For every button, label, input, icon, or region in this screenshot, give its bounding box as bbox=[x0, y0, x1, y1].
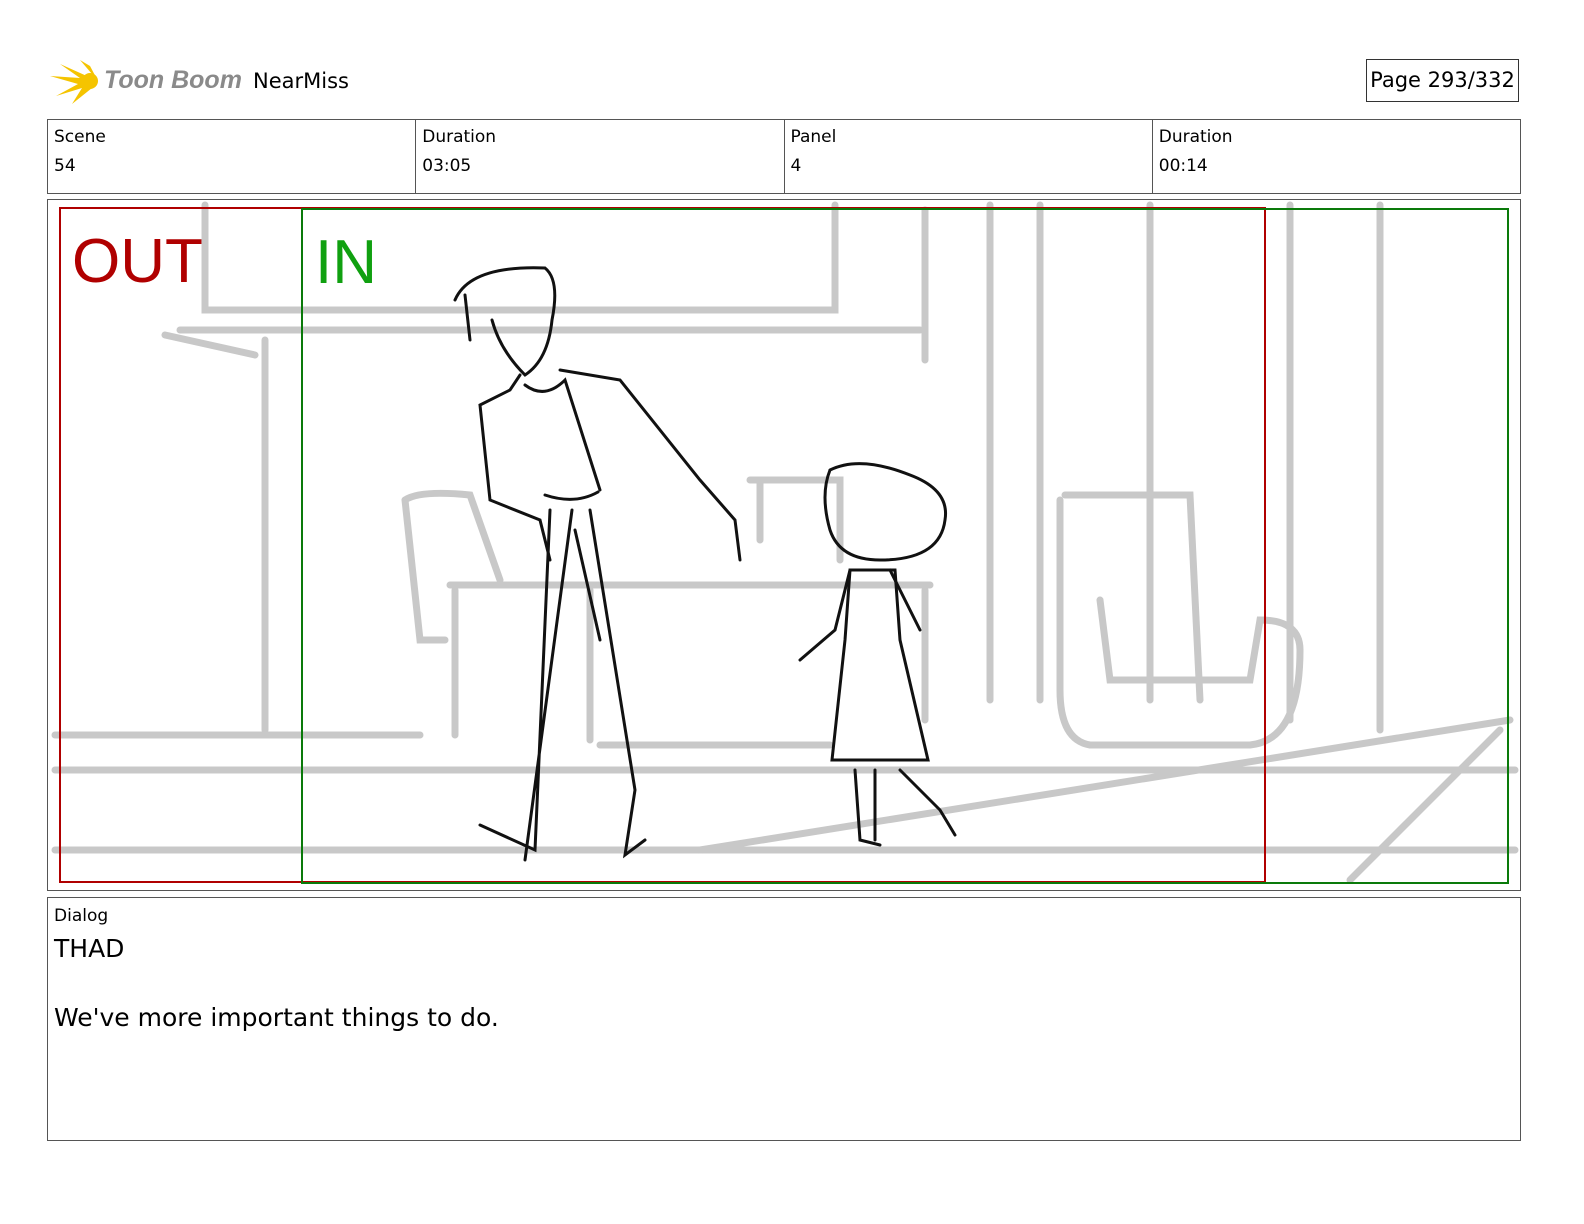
dialog-character: THAD bbox=[54, 934, 125, 963]
scene-duration-label: Duration bbox=[422, 127, 497, 147]
panel-drawing: OUT IN bbox=[51, 201, 1519, 884]
panel-duration-value: 00:14 bbox=[1158, 156, 1208, 176]
character-girl bbox=[798, 462, 957, 847]
project-title: NearMiss bbox=[253, 69, 349, 93]
in-label: IN bbox=[315, 228, 377, 297]
scene-duration-cell: Duration 03:05 bbox=[416, 120, 785, 193]
scene-label: Scene bbox=[54, 127, 106, 147]
storyboard-panel: OUT IN bbox=[47, 199, 1521, 891]
dialog-line: We've more important things to do. bbox=[54, 1003, 499, 1032]
panel-duration-cell: Duration 00:14 bbox=[1153, 120, 1520, 193]
dialog-box: Dialog THAD We've more important things … bbox=[47, 897, 1521, 1141]
panel-value: 4 bbox=[790, 156, 802, 176]
scene-cell: Scene 54 bbox=[48, 120, 417, 193]
panel-cell: Panel 4 bbox=[785, 120, 1153, 193]
page-number: Page 293/332 bbox=[1366, 59, 1519, 102]
background-sketch bbox=[51, 201, 1519, 884]
out-label: OUT bbox=[72, 227, 203, 296]
dialog-label: Dialog bbox=[54, 906, 109, 926]
scene-value: 54 bbox=[54, 156, 76, 176]
logo-text: Toon Boom bbox=[104, 66, 242, 94]
panel-duration-label: Duration bbox=[1158, 127, 1233, 147]
panel-info-table: Scene 54 Duration 03:05 Panel 4 Duration 00:… bbox=[47, 119, 1521, 194]
scene-duration-value: 03:05 bbox=[422, 156, 472, 176]
panel-label: Panel bbox=[790, 127, 837, 147]
